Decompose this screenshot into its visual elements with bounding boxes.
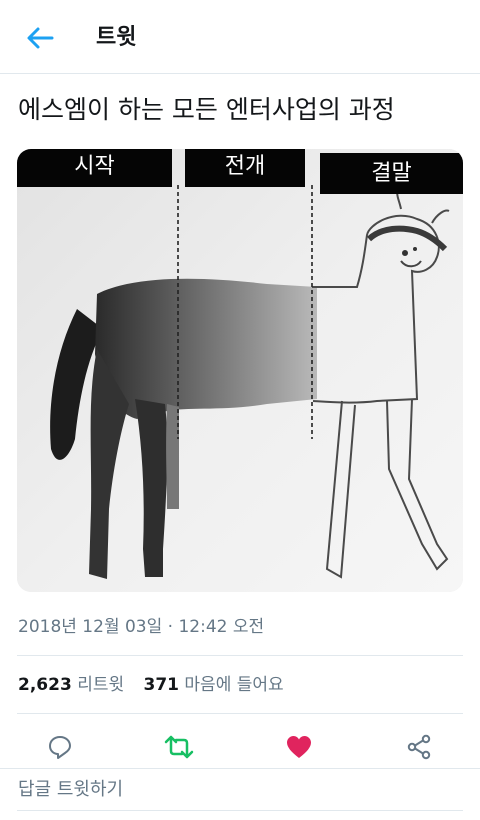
page-title: 트윗 [96,25,137,50]
panel-label-development: 전개 [185,149,305,187]
tweet-text: 에스엠이 하는 모든 엔터사업의 과정 [18,95,395,124]
reply-input[interactable]: 답글 트윗하기 [18,776,123,804]
share-button[interactable] [399,730,439,764]
top-app-bar: 트윗 [0,0,480,74]
panel-label-start: 시작 [17,149,172,187]
retweet-icon [164,735,194,759]
divider [17,713,463,714]
retweet-button[interactable] [159,730,199,764]
reply-button[interactable] [40,730,80,764]
reply-icon [49,736,71,759]
tweet-stats: 2,623 리트윗 371 마음에 들어요 [18,672,298,698]
tweet-timestamp[interactable]: 2018년 12월 03일 · 12:42 오전 [18,614,264,640]
heart-icon [287,736,311,758]
share-icon [407,734,431,760]
panel-label-ending: 결말 [320,153,463,194]
tweet-media-image[interactable]: 시작 전개 결말 [17,149,463,592]
divider [17,655,463,656]
arrow-left-icon [27,27,54,49]
retweet-count[interactable]: 2,623 리트윗 [18,672,124,698]
like-button[interactable] [279,730,319,764]
divider [17,810,463,811]
like-count[interactable]: 371 마음에 들어요 [144,672,284,698]
tweet-action-bar [0,730,480,764]
back-button[interactable] [20,22,60,54]
horse-drawing-image [17,149,463,592]
divider [0,768,480,769]
